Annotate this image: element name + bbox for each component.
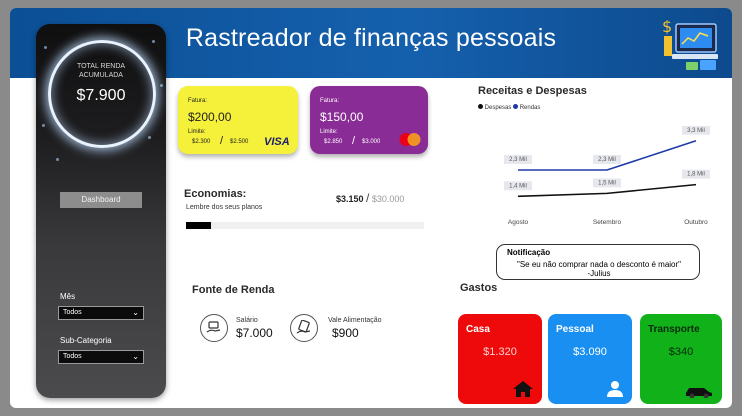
finance-logo-icon: $	[662, 17, 718, 70]
income-salary-label: Salário	[236, 317, 258, 324]
chart-title: Receitas e Despesas	[478, 85, 587, 97]
x-tick-label: Outubro	[684, 219, 708, 226]
expense-label: Transporte	[648, 324, 700, 335]
expense-card-pessoal[interactable]: Pessoal $3.090	[548, 314, 632, 404]
limit-label: Limite:	[320, 129, 338, 135]
x-tick-label: Setembro	[593, 219, 622, 226]
house-icon	[513, 381, 533, 397]
expense-value: $340	[668, 346, 694, 358]
data-label-rendas: 2,3 Mil	[509, 157, 527, 163]
total-income-label-line2: ACUMULADA	[79, 72, 123, 79]
limit-total: $3.000	[362, 139, 381, 145]
data-label-rendas: 2,3 Mil	[598, 157, 616, 163]
savings-current: $3.150	[336, 194, 364, 204]
income-expense-chart: 1,4 Mil 1,5 Mil 1,8 Mil 2,3 Mil 2,3 Mil 3,3 M…	[504, 126, 710, 226]
data-label-despesas: 1,4 Mil	[509, 183, 527, 189]
savings-subtitle: Lembre dos seus planos	[186, 204, 263, 211]
income-meal-value: $900	[332, 326, 359, 340]
credit-card-visa[interactable]: Fatura: $200,00 Limite: $2.300 / $2.500 …	[178, 86, 298, 154]
limit-used: $2.300	[192, 139, 211, 145]
data-label-rendas: 3,3 Mil	[687, 128, 705, 134]
legend-despesas-marker	[478, 104, 483, 109]
notification-title: Notificação	[507, 248, 551, 257]
savings-amounts: $3.150 / $30.000	[336, 191, 404, 205]
card-hand-icon	[290, 314, 318, 342]
filter-month-value: Todos	[63, 309, 82, 316]
invoice-label: Fatura:	[320, 98, 340, 104]
savings-separator: /	[366, 191, 370, 205]
notification-body: "Se eu não comprar nada o desconto é mai…	[497, 260, 701, 278]
notification-author: -Julius	[587, 269, 611, 278]
svg-text:$: $	[662, 17, 672, 36]
chart-legend: Despesas Rendas	[478, 104, 540, 111]
expense-label: Casa	[466, 324, 490, 335]
invoice-value: $200,00	[188, 110, 232, 124]
limit-used: $2.850	[324, 139, 343, 145]
chevron-down-icon: ⌄	[132, 352, 139, 361]
savings-goal: $30.000	[371, 194, 405, 204]
data-label-despesas: 1,8 Mil	[687, 172, 705, 178]
income-title: Fonte de Renda	[192, 284, 275, 296]
filter-subcategory-value: Todos	[63, 353, 82, 360]
invoice-label: Fatura:	[188, 98, 208, 104]
expense-card-transporte[interactable]: Transporte $340	[640, 314, 722, 404]
expense-value: $3.090	[573, 346, 607, 358]
mastercard-icon	[399, 133, 421, 146]
savings-progress-fill	[186, 222, 211, 229]
expenses-title: Gastos	[460, 282, 498, 294]
expense-label: Pessoal	[556, 324, 594, 335]
car-icon	[686, 388, 712, 398]
limit-separator: /	[352, 135, 356, 147]
data-label-despesas: 1,5 Mil	[598, 180, 616, 186]
filter-subcategory-select[interactable]: Todos ⌄	[58, 350, 144, 364]
filter-month-label: Mês	[60, 292, 76, 301]
total-income-value: $7.900	[76, 87, 126, 104]
sparkle-dot	[44, 46, 47, 49]
notification-box: Notificação "Se eu não comprar nada o de…	[496, 244, 700, 280]
sparkle-dot	[152, 40, 155, 43]
savings-title: Economias:	[184, 188, 247, 200]
chevron-down-icon: ⌄	[132, 308, 139, 317]
sidebar: TOTAL RENDA ACUMULADA $7.900 Dashboard M…	[36, 24, 166, 398]
sparkle-dot	[148, 136, 151, 139]
sparkle-dot	[56, 158, 59, 161]
filter-subcategory-label: Sub-Categoria	[60, 336, 112, 345]
legend-rendas-marker	[513, 104, 519, 109]
sparkle-dot	[42, 124, 45, 127]
limit-separator: /	[220, 135, 224, 147]
expense-value: $1.320	[483, 346, 517, 358]
credit-card-mastercard[interactable]: Fatura: $150,00 Limite: $2.850 / $3.000	[310, 86, 428, 154]
expense-card-casa[interactable]: Casa $1.320	[458, 314, 542, 404]
income-meal-label: Vale Alimentação	[328, 317, 382, 324]
visa-logo-icon: VISA	[264, 136, 290, 148]
total-income-label: TOTAL RENDA ACUMULADA	[36, 62, 166, 80]
total-income-label-line1: TOTAL RENDA	[76, 63, 126, 70]
legend-rendas: Rendas	[519, 105, 541, 111]
savings-progress-bar	[186, 222, 424, 229]
income-salary-value: $7.000	[236, 326, 273, 340]
person-icon	[607, 381, 623, 397]
invoice-value: $150,00	[320, 110, 364, 124]
limit-total: $2.500	[230, 139, 249, 145]
dashboard-button[interactable]: Dashboard	[60, 192, 142, 208]
notification-quote: "Se eu não comprar nada o desconto é mai…	[517, 260, 681, 269]
filter-month-select[interactable]: Todos ⌄	[58, 306, 144, 320]
x-tick-label: Agosto	[508, 219, 529, 226]
legend-despesas: Despesas	[484, 105, 512, 111]
limit-label: Limite:	[188, 129, 206, 135]
salary-hand-icon	[200, 314, 228, 342]
